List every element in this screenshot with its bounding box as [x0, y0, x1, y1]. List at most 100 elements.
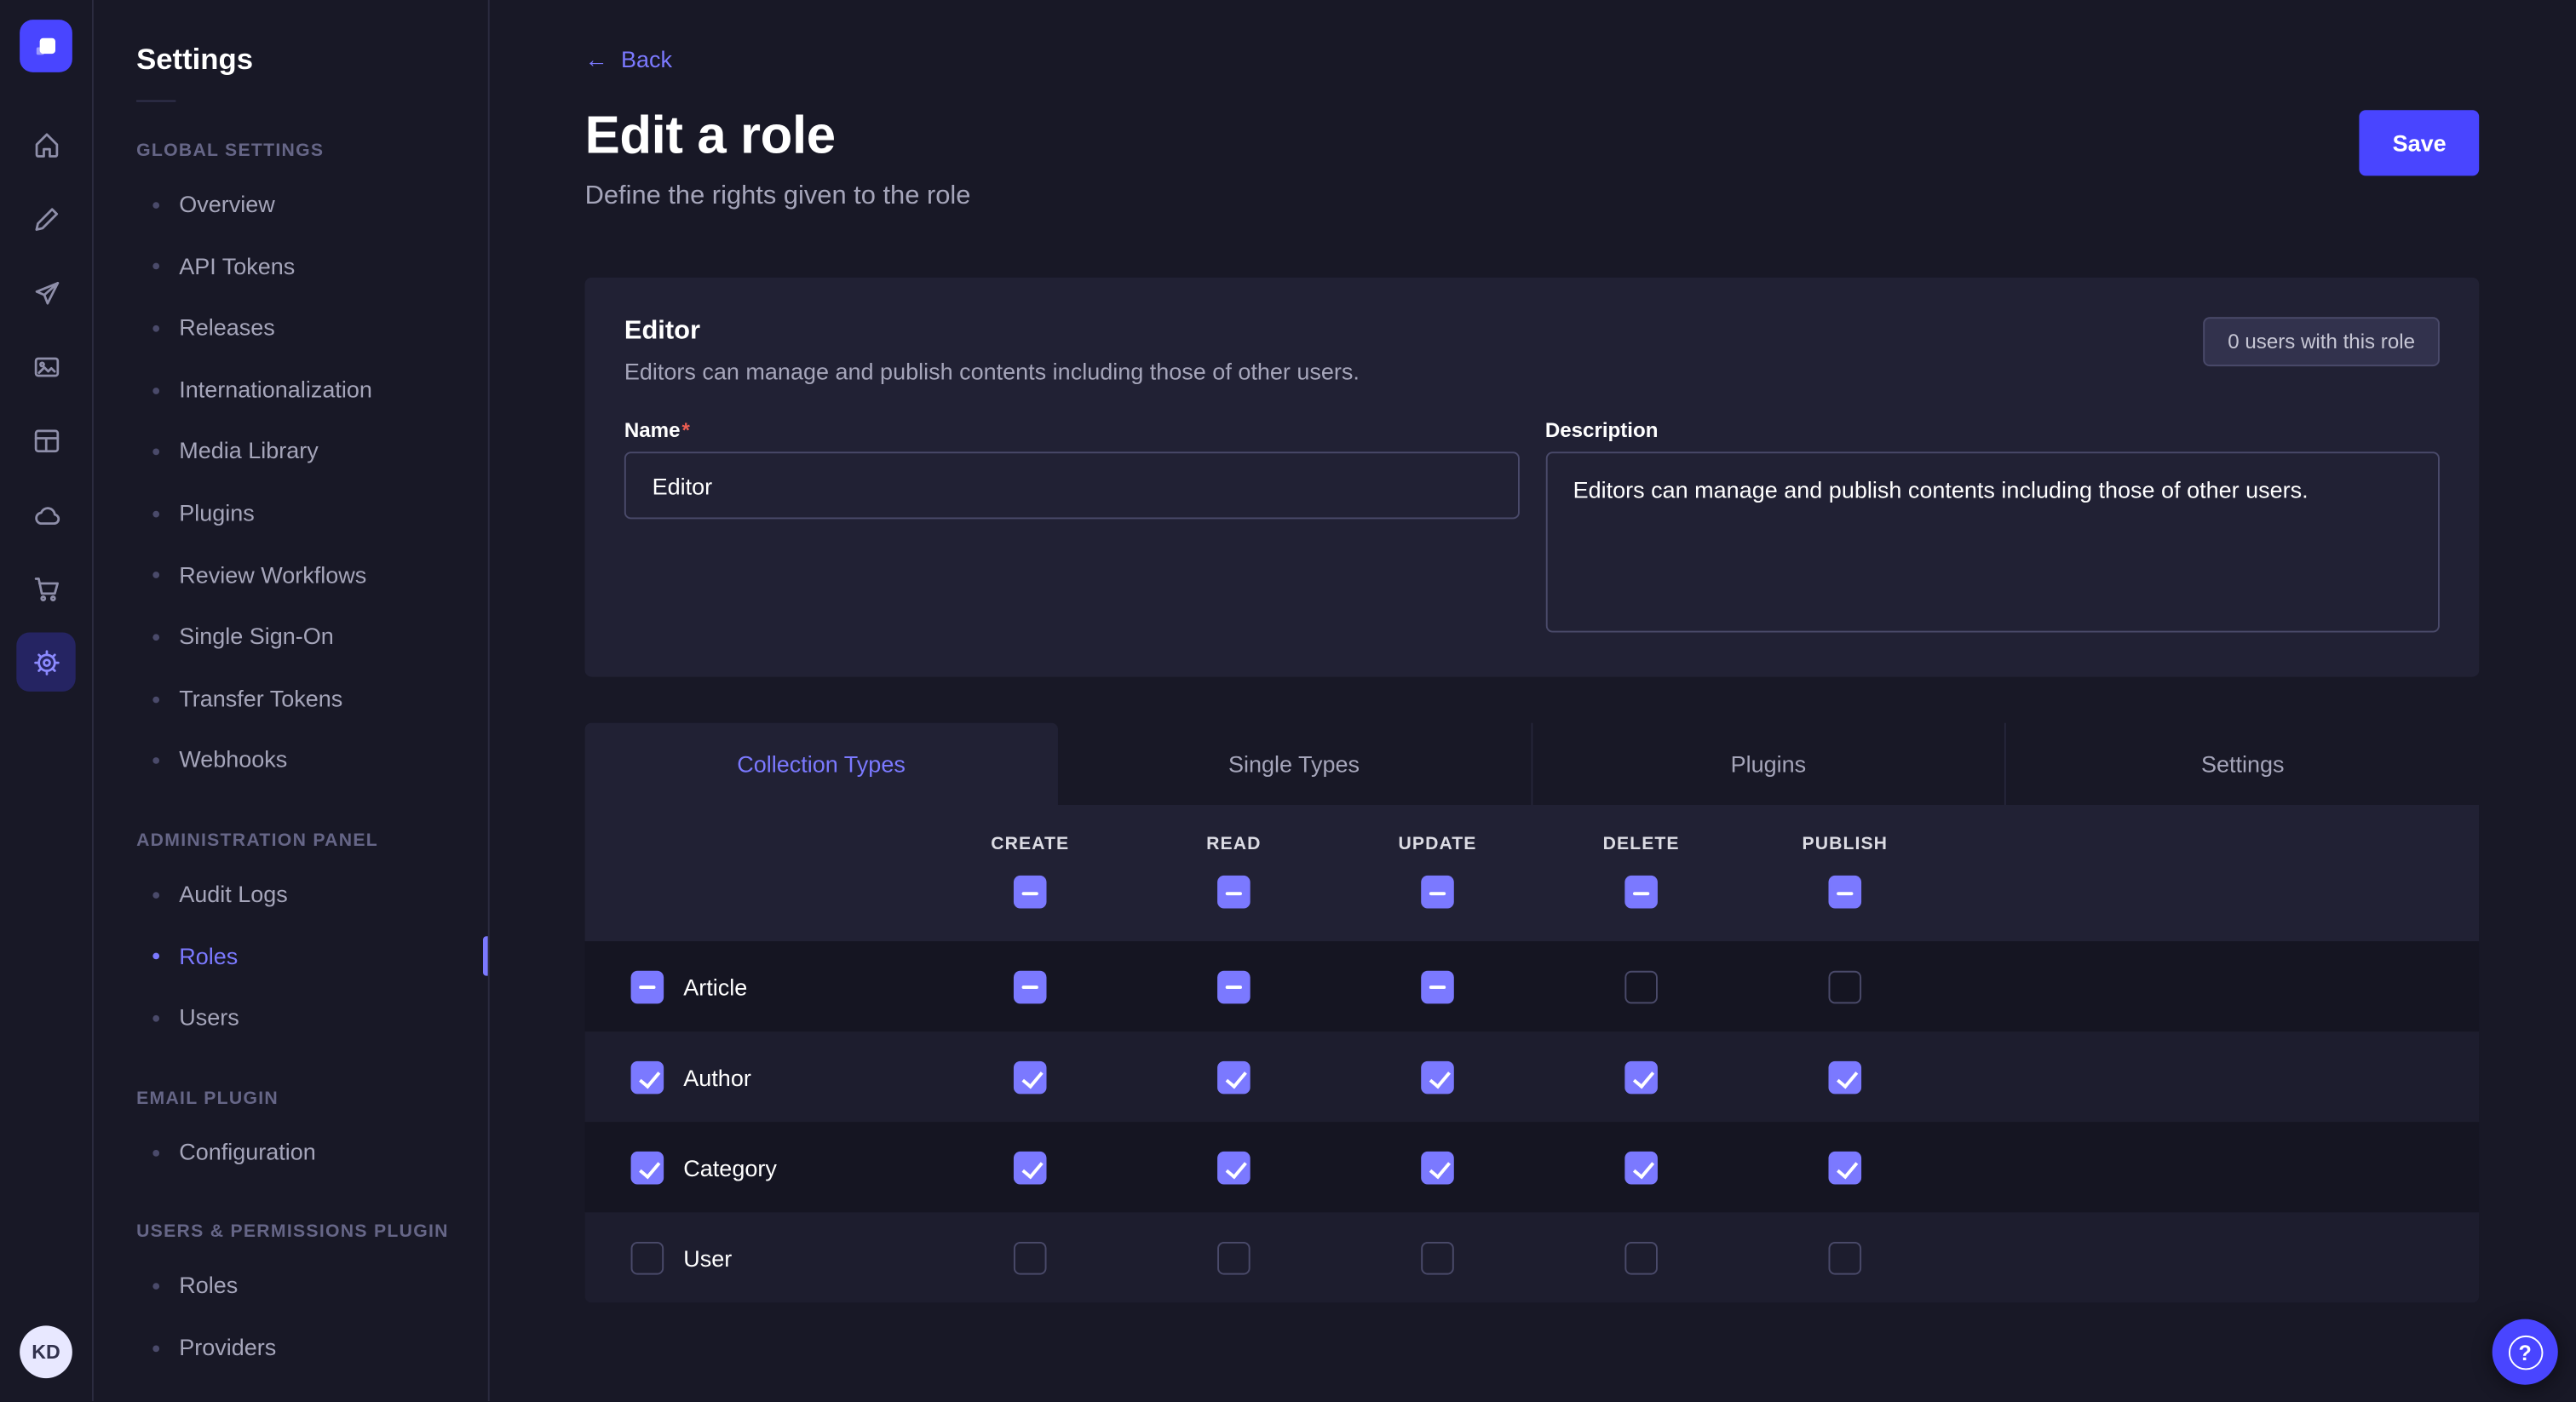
- sidebar-item-admin-roles[interactable]: Roles: [136, 926, 488, 988]
- required-asterisk: *: [681, 419, 689, 442]
- screen: KD Settings GLOBAL SETTINGS Overview API…: [0, 0, 2576, 1402]
- sidebar-item-plugins[interactable]: Plugins: [136, 483, 488, 545]
- sidebar-item-label: Users: [179, 1003, 239, 1035]
- article-update-checkbox[interactable]: [1421, 970, 1454, 1003]
- sidebar-item-api-tokens[interactable]: API Tokens: [136, 236, 488, 298]
- strapi-cloud-icon: [31, 498, 62, 530]
- sidebar-item-label: Media Library: [179, 436, 319, 468]
- author-update-checkbox[interactable]: [1421, 1060, 1454, 1094]
- select-all-update-checkbox[interactable]: [1421, 876, 1454, 909]
- sidebar-item-up-providers[interactable]: Providers: [136, 1318, 488, 1380]
- bullet-icon: [152, 202, 159, 209]
- row-select-checkbox[interactable]: [631, 970, 664, 1003]
- permission-row-label: Article: [683, 974, 747, 1000]
- sidebar-item-transfer-tokens[interactable]: Transfer Tokens: [136, 668, 488, 730]
- permission-row-label: Category: [683, 1154, 777, 1181]
- user-create-checkbox[interactable]: [1014, 1241, 1047, 1274]
- bullet-icon: [152, 953, 159, 960]
- role-description-input[interactable]: Editors can manage and publish contents …: [1545, 451, 2440, 632]
- tab-collection-types[interactable]: Collection Types: [585, 723, 1058, 805]
- column-header-publish: PUBLISH: [1802, 835, 1888, 854]
- sidebar-item-review-workflows[interactable]: Review Workflows: [136, 544, 488, 606]
- tab-settings[interactable]: Settings: [2004, 723, 2479, 805]
- header-name-cell: [585, 835, 929, 909]
- article-read-checkbox[interactable]: [1217, 970, 1251, 1003]
- permission-row-category: Category: [585, 1122, 2480, 1212]
- bullet-icon: [152, 325, 159, 332]
- sidebar-item-overview[interactable]: Overview: [136, 174, 488, 236]
- role-info-card: Editor Editors can manage and publish co…: [585, 278, 2480, 677]
- select-all-publish-checkbox[interactable]: [1828, 876, 1861, 909]
- save-button[interactable]: Save: [2360, 110, 2479, 175]
- sidebar-item-audit-logs[interactable]: Audit Logs: [136, 864, 488, 926]
- sidebar-item-single-sign-on[interactable]: Single Sign-On: [136, 606, 488, 669]
- nav-marketplace-button[interactable]: [16, 559, 75, 618]
- nav-settings-button[interactable]: [16, 632, 75, 691]
- strapi-logo-button[interactable]: [20, 20, 72, 72]
- permissions-card: Collection Types Single Types Plugins Se…: [585, 723, 2480, 1303]
- sidebar-item-internationalization[interactable]: Internationalization: [136, 359, 488, 422]
- sidebar-item-media-library[interactable]: Media Library: [136, 421, 488, 483]
- user-read-checkbox[interactable]: [1217, 1241, 1251, 1274]
- rail-nav: [16, 115, 75, 692]
- user-update-checkbox[interactable]: [1421, 1241, 1454, 1274]
- bullet-icon: [152, 634, 159, 641]
- column-header-create: CREATE: [991, 835, 1069, 854]
- bullet-icon: [152, 1149, 159, 1156]
- sidebar-item-webhooks[interactable]: Webhooks: [136, 730, 488, 792]
- arrow-left-icon: ←: [585, 46, 608, 72]
- deploy-icon: [31, 277, 62, 308]
- back-link[interactable]: ← Back: [585, 46, 672, 72]
- category-publish-checkbox[interactable]: [1828, 1151, 1861, 1184]
- category-create-checkbox[interactable]: [1014, 1151, 1047, 1184]
- role-name-input[interactable]: [624, 451, 1519, 519]
- select-all-read-checkbox[interactable]: [1217, 876, 1251, 909]
- nav-deploy-button[interactable]: [16, 263, 75, 322]
- sidebar-title: Settings: [136, 43, 488, 77]
- tab-plugins[interactable]: Plugins: [1530, 723, 2004, 805]
- nav-strapi-cloud-button[interactable]: [16, 485, 75, 543]
- nav-content-type-builder-button[interactable]: [16, 189, 75, 248]
- category-update-checkbox[interactable]: [1421, 1151, 1454, 1184]
- content-manager-icon: [31, 425, 62, 457]
- article-delete-checkbox[interactable]: [1624, 970, 1658, 1003]
- sidebar-item-label: Roles: [179, 940, 238, 973]
- select-all-delete-checkbox[interactable]: [1624, 876, 1658, 909]
- category-delete-checkbox[interactable]: [1624, 1151, 1658, 1184]
- sidebar-item-label: Providers: [179, 1332, 276, 1365]
- sidebar-item-admin-users[interactable]: Users: [136, 987, 488, 1049]
- bullet-icon: [152, 696, 159, 703]
- page-title: Edit a role: [585, 105, 971, 165]
- role-description-text: Editors can manage and publish contents …: [624, 358, 1360, 384]
- sidebar-item-label: Webhooks: [179, 744, 287, 777]
- bullet-icon: [152, 449, 159, 456]
- sidebar-item-up-roles[interactable]: Roles: [136, 1255, 488, 1318]
- select-all-create-checkbox[interactable]: [1014, 876, 1047, 909]
- author-create-checkbox[interactable]: [1014, 1060, 1047, 1094]
- nav-media-library-button[interactable]: [16, 336, 75, 395]
- nav-home-button[interactable]: [16, 115, 75, 174]
- sidebar-item-email-configuration[interactable]: Configuration: [136, 1122, 488, 1184]
- row-select-checkbox[interactable]: [631, 1151, 664, 1184]
- user-avatar[interactable]: KD: [20, 1325, 72, 1378]
- row-select-checkbox[interactable]: [631, 1241, 664, 1274]
- permission-row-author: Author: [585, 1031, 2480, 1122]
- sidebar-item-releases[interactable]: Releases: [136, 297, 488, 359]
- article-publish-checkbox[interactable]: [1828, 970, 1861, 1003]
- author-publish-checkbox[interactable]: [1828, 1060, 1861, 1094]
- nav-content-manager-button[interactable]: [16, 411, 75, 469]
- author-delete-checkbox[interactable]: [1624, 1060, 1658, 1094]
- tab-single-types[interactable]: Single Types: [1058, 723, 1531, 805]
- user-publish-checkbox[interactable]: [1828, 1241, 1861, 1274]
- users-with-role-badge: 0 users with this role: [2203, 317, 2440, 366]
- user-delete-checkbox[interactable]: [1624, 1241, 1658, 1274]
- row-select-checkbox[interactable]: [631, 1060, 664, 1094]
- page-header: Edit a role Define the rights given to t…: [585, 105, 2480, 211]
- bullet-icon: [152, 510, 159, 517]
- help-button[interactable]: ?: [2493, 1319, 2558, 1385]
- strapi-admin-app: KD Settings GLOBAL SETTINGS Overview API…: [0, 0, 2576, 1401]
- category-read-checkbox[interactable]: [1217, 1151, 1251, 1184]
- sidebar-item-label: Single Sign-On: [179, 621, 334, 653]
- author-read-checkbox[interactable]: [1217, 1060, 1251, 1094]
- article-create-checkbox[interactable]: [1014, 970, 1047, 1003]
